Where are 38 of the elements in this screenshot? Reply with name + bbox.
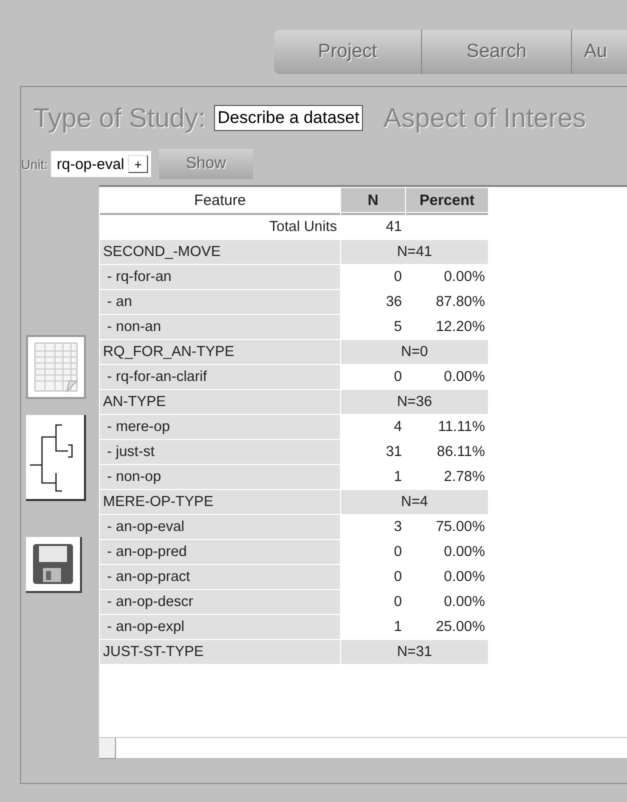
spreadsheet-icon[interactable] [26, 335, 86, 399]
table-cell: - an-op-eval [100, 515, 340, 539]
table-cell: N=4 [341, 490, 488, 514]
nav-tab[interactable]: Project [274, 30, 422, 74]
table-cell: N=0 [341, 340, 488, 364]
table-cell: JUST-ST-TYPE [100, 640, 340, 664]
table-cell: - rq-for-an [100, 265, 340, 289]
horizontal-scrollbar[interactable] [99, 737, 627, 758]
table-cell: N=31 [341, 640, 488, 664]
aspect-label: Aspect of Interes [383, 102, 586, 134]
add-button[interactable]: + [128, 155, 148, 173]
nav-tab[interactable]: Au [572, 30, 627, 74]
column-header: Percent [406, 188, 488, 212]
table-cell: MERE-OP-TYPE [100, 490, 340, 514]
show-button[interactable]: Show [158, 149, 253, 179]
nav-tab[interactable]: Search [422, 30, 572, 74]
study-type-label: Type of Study: [33, 102, 206, 134]
table-cell: - an-op-pract [100, 565, 340, 589]
table-cell: - mere-op [100, 415, 340, 439]
table-cell: - an-op-descr [100, 590, 340, 614]
table-cell: AN-TYPE [100, 390, 340, 414]
table-cell: - rq-for-an-clarif [100, 365, 340, 389]
table-cell: N=36 [341, 390, 488, 414]
tree-icon[interactable] [26, 415, 86, 501]
table-cell: SECOND_-MOVE [100, 240, 340, 264]
table-cell: - an-op-expl [100, 615, 340, 639]
unit-label: Unit: [21, 156, 48, 172]
table-cell: - just-st [100, 440, 340, 464]
table-cell: - non-an [100, 315, 340, 339]
table-cell: N=41 [341, 240, 488, 264]
table-cell: - non-op [100, 465, 340, 489]
table-cell: - an [100, 290, 340, 314]
table-cell: RQ_FOR_AN-TYPE [100, 340, 340, 364]
save-icon[interactable] [26, 537, 82, 593]
column-header: N [341, 188, 405, 212]
study-type-field[interactable]: Describe a dataset [214, 105, 364, 131]
unit-field[interactable]: rq-op-eval + [50, 151, 151, 177]
table-cell: - an-op-pred [100, 540, 340, 564]
